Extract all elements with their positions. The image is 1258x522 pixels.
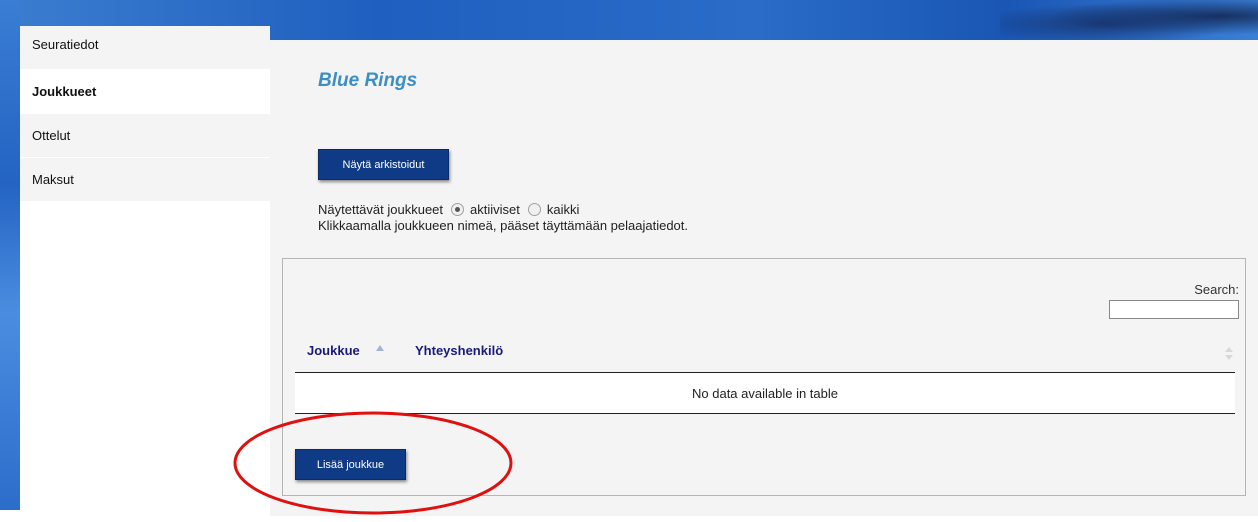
- sidebar-item-seuratiedot[interactable]: Seuratiedot: [20, 26, 270, 70]
- teams-table-panel: Search: Joukkue Yhteyshenkilö No data av…: [282, 258, 1246, 496]
- search-input[interactable]: [1109, 300, 1239, 319]
- filter-label: Näytettävät joukkueet: [318, 202, 444, 217]
- sidebar-item-joukkueet[interactable]: Joukkueet: [20, 70, 270, 114]
- page-title: Blue Rings: [318, 70, 418, 91]
- add-team-button[interactable]: Lisää joukkue: [295, 449, 406, 480]
- team-filter: Näytettävät joukkueet aktiiviset kaikki: [318, 202, 579, 217]
- radio-all[interactable]: [527, 203, 541, 216]
- sidebar-nav: Seuratiedot Joukkueet Ottelut Maksut: [20, 26, 270, 516]
- table-empty-row: No data available in table: [295, 372, 1235, 414]
- side-background: [0, 0, 20, 522]
- main-content: Blue Rings Näytä arkistoidut Näytettävät…: [270, 40, 1258, 516]
- search-label: Search:: [1194, 282, 1239, 297]
- sort-both-icon: [1225, 347, 1233, 361]
- column-header-joukkue[interactable]: Joukkue: [307, 343, 360, 358]
- sidebar-item-maksut[interactable]: Maksut: [20, 158, 270, 202]
- column-header-yhteyshenkilo[interactable]: Yhteyshenkilö: [415, 343, 503, 358]
- radio-active-label[interactable]: aktiiviset: [470, 202, 520, 217]
- info-text: Klikkaamalla joukkueen nimeä, pääset täy…: [318, 218, 689, 233]
- radio-active[interactable]: [451, 203, 465, 216]
- radio-all-label[interactable]: kaikki: [547, 202, 580, 217]
- sort-ascending-icon: [376, 345, 384, 351]
- show-archived-button[interactable]: Näytä arkistoidut: [318, 149, 449, 180]
- empty-message: No data available in table: [692, 385, 838, 401]
- sidebar-item-ottelut[interactable]: Ottelut: [20, 114, 270, 158]
